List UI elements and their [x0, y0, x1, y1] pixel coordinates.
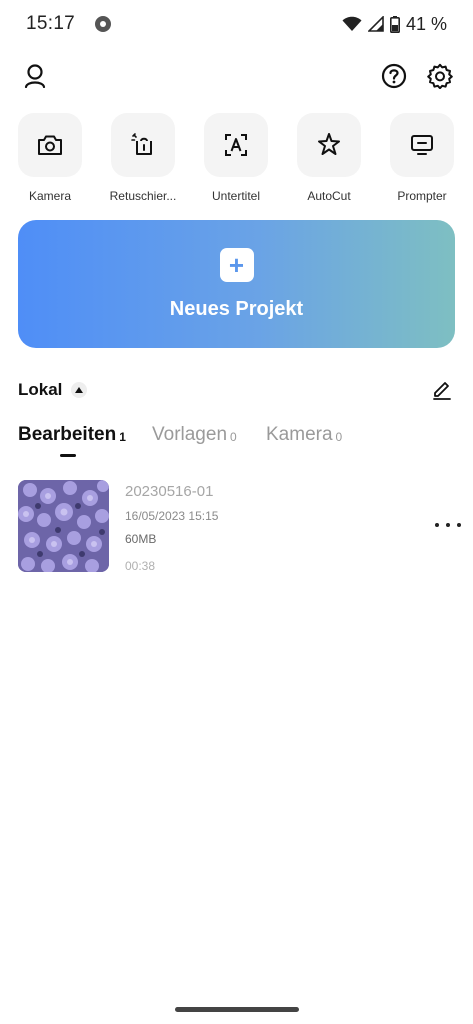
new-project-label: Neues Projekt — [169, 297, 304, 320]
tool-autocut[interactable]: AutoCut — [281, 113, 377, 203]
tab-count: 0 — [335, 430, 343, 444]
new-project-button[interactable]: + Neues Projekt — [18, 220, 455, 348]
more-options-button[interactable] — [435, 518, 461, 532]
retouch-icon — [131, 133, 152, 155]
tab-bearbeiten[interactable]: Bearbeiten 1 — [18, 424, 126, 446]
flower-thumbnail-image — [18, 480, 109, 572]
tool-label: Retuschier... — [109, 189, 177, 203]
tab-count: 1 — [119, 430, 126, 444]
project-tabs: Bearbeiten 1 Vorlagen 0 Kamera 0 — [18, 424, 455, 464]
wifi-icon — [342, 16, 362, 31]
battery-icon — [389, 15, 400, 33]
status-time: 15:17 — [26, 13, 76, 34]
tab-label: Bearbeiten — [18, 424, 117, 445]
status-bar: 15:17 41 % — [0, 0, 473, 48]
more-dot-icon — [446, 523, 450, 527]
project-name: 20230516-01 — [125, 483, 214, 500]
tab-vorlagen[interactable]: Vorlagen 0 — [152, 424, 237, 446]
tab-count: 0 — [230, 430, 237, 444]
signal-icon — [367, 16, 384, 32]
help-button[interactable] — [377, 59, 411, 93]
tool-icon-box — [18, 113, 82, 177]
edit-button[interactable] — [431, 378, 453, 400]
settings-icon — [427, 63, 453, 89]
subtitle-icon — [225, 134, 247, 156]
tool-retouch[interactable]: Retuschier... — [95, 113, 191, 203]
tab-label: Vorlagen — [152, 424, 228, 445]
project-meta: 20230516-01 16/05/2023 15:15 60MB 00:38 — [125, 483, 218, 573]
caret-up-icon — [75, 387, 83, 393]
tool-icon-box — [390, 113, 454, 177]
top-bar — [0, 56, 473, 98]
tools-row: Kamera Retuschier... Untertitel AutoCut … — [0, 113, 473, 208]
edit-icon — [433, 382, 451, 400]
collapse-toggle[interactable] — [71, 382, 87, 398]
profile-button[interactable] — [18, 59, 52, 93]
more-dot-icon — [435, 523, 439, 527]
project-thumbnail[interactable] — [18, 480, 109, 572]
tool-icon-box — [111, 113, 175, 177]
tool-label: Prompter — [397, 189, 447, 203]
tool-label: Kamera — [28, 189, 72, 203]
tool-label: Untertitel — [211, 189, 261, 203]
more-dot-icon — [457, 523, 461, 527]
chrome-icon — [95, 16, 112, 32]
settings-button[interactable] — [423, 59, 457, 93]
status-left: 15:17 — [26, 13, 112, 35]
app-screen: 15:17 41 % Kamera Retuschier... Untertit… — [0, 0, 473, 1024]
project-list-item[interactable]: 20230516-01 16/05/2023 15:15 60MB 00:38 — [18, 480, 463, 573]
tool-label: AutoCut — [307, 189, 351, 203]
camera-icon — [38, 135, 62, 155]
tab-label: Kamera — [266, 424, 333, 445]
tool-kamera[interactable]: Kamera — [2, 113, 98, 203]
tool-icon-box — [297, 113, 361, 177]
section-title: Lokal — [18, 380, 63, 399]
autocut-icon — [318, 133, 340, 155]
battery-percent: 41 % — [405, 13, 447, 34]
help-icon — [381, 63, 407, 89]
plus-icon: + — [219, 247, 254, 282]
tool-untertitel[interactable]: Untertitel — [188, 113, 284, 203]
tool-icon-box — [204, 113, 268, 177]
project-duration: 00:38 — [125, 559, 156, 573]
prompter-icon — [411, 135, 433, 155]
tab-kamera[interactable]: Kamera 0 — [266, 424, 342, 446]
project-date: 16/05/2023 15:15 — [125, 509, 219, 523]
project-size: 60MB — [125, 532, 157, 546]
status-right: 41 % — [342, 14, 447, 35]
active-tab-indicator — [60, 454, 76, 457]
section-header: Lokal — [18, 376, 455, 404]
tool-prompter[interactable]: Prompter — [374, 113, 470, 203]
home-indicator[interactable] — [175, 1007, 299, 1012]
profile-icon — [24, 64, 46, 88]
